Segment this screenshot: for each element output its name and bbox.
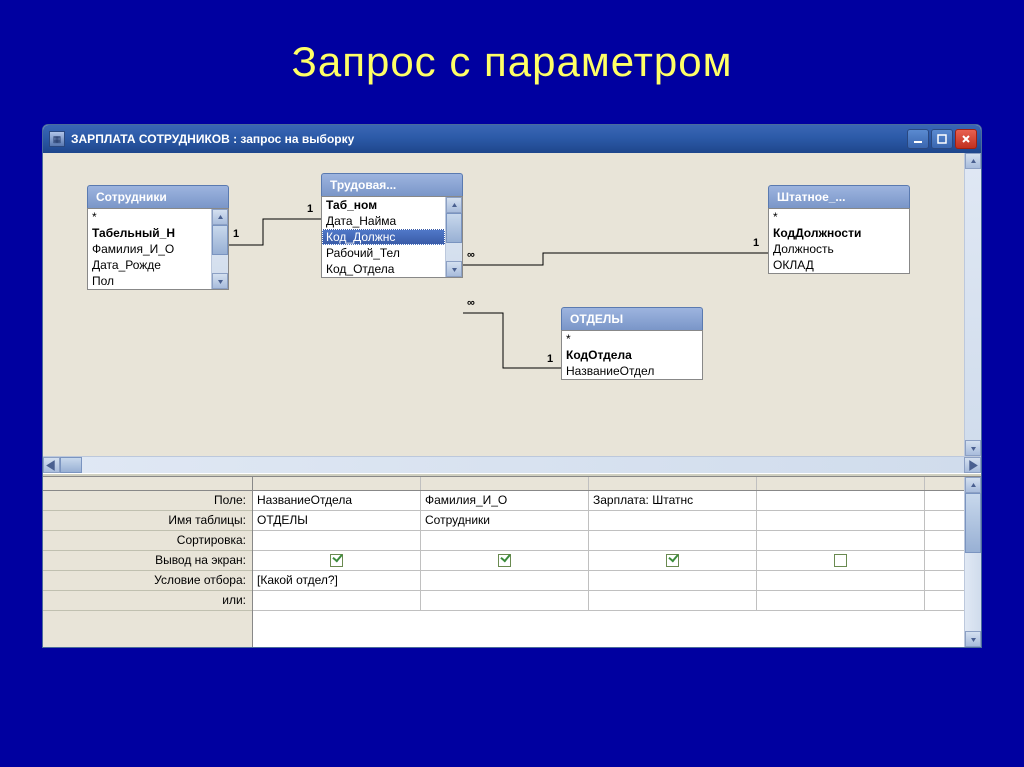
field-item[interactable]: Рабочий_Тел <box>322 245 445 261</box>
grid-cell-table[interactable]: Сотрудники <box>421 511 589 530</box>
scroll-down-icon[interactable] <box>212 273 228 289</box>
query-designer-window: ▦ ЗАРПЛАТА СОТРУДНИКОВ : запрос на выбор… <box>42 124 982 648</box>
table-staff[interactable]: Штатное_... * КодДолжности Должность ОКЛ… <box>768 185 910 274</box>
column-selector[interactable] <box>421 477 589 490</box>
field-item[interactable]: Код_Отдела <box>322 261 445 277</box>
field-item[interactable]: КодДолжности <box>769 225 909 241</box>
relation-many-label: ∞ <box>467 297 475 309</box>
table-header[interactable]: Штатное_... <box>768 185 910 208</box>
grid-cell-sort[interactable] <box>421 531 589 550</box>
close-button[interactable] <box>955 129 977 149</box>
field-list-scrollbar[interactable] <box>445 197 462 277</box>
scroll-down-icon[interactable] <box>965 631 981 647</box>
grid-cell-table[interactable]: ОТДЕЛЫ <box>253 511 421 530</box>
checkbox-icon[interactable] <box>666 554 679 567</box>
field-item[interactable]: Дата_Рожде <box>88 257 211 273</box>
grid-cell-or[interactable] <box>421 591 589 610</box>
grid-vertical-scrollbar[interactable] <box>964 477 981 647</box>
table-header[interactable]: Трудовая... <box>321 173 463 196</box>
field-item[interactable]: Таб_ном <box>322 197 445 213</box>
column-selector[interactable] <box>253 477 421 490</box>
window-title: ЗАРПЛАТА СОТРУДНИКОВ : запрос на выборку <box>71 132 907 146</box>
grid-cell-criteria[interactable] <box>421 571 589 590</box>
grid-cell-field[interactable]: Зарплата: Штатнс <box>589 491 757 510</box>
window-titlebar[interactable]: ▦ ЗАРПЛАТА СОТРУДНИКОВ : запрос на выбор… <box>43 125 981 153</box>
grid-cell-show[interactable] <box>421 551 589 570</box>
grid-cell-criteria[interactable]: [Какой отдел?] <box>253 571 421 590</box>
grid-cell-table[interactable] <box>757 511 925 530</box>
relation-one-label: 1 <box>233 228 239 240</box>
grid-row-headers: Поле: Имя таблицы: Сортировка: Вывод на … <box>43 477 253 647</box>
field-list-scrollbar[interactable] <box>211 209 228 289</box>
relation-many-label: ∞ <box>467 249 475 261</box>
designer-vertical-scrollbar[interactable] <box>964 153 981 456</box>
table-header[interactable]: Сотрудники <box>87 185 229 208</box>
grid-cell-show[interactable] <box>253 551 421 570</box>
field-item[interactable]: НазваниеОтдел <box>562 363 702 379</box>
designer-horizontal-scrollbar[interactable] <box>43 456 981 473</box>
scroll-up-icon[interactable] <box>212 209 228 225</box>
row-label-show: Вывод на экран: <box>43 551 252 571</box>
field-item[interactable]: КодОтдела <box>562 347 702 363</box>
grid-cell-sort[interactable] <box>589 531 757 550</box>
field-item[interactable]: * <box>769 209 909 225</box>
checkbox-icon[interactable] <box>834 554 847 567</box>
field-item[interactable]: Дата_Найма <box>322 213 445 229</box>
grid-cell-or[interactable] <box>589 591 757 610</box>
table-header[interactable]: ОТДЕЛЫ <box>561 307 703 330</box>
checkbox-icon[interactable] <box>330 554 343 567</box>
grid-cell-criteria[interactable] <box>757 571 925 590</box>
field-item[interactable]: ОКЛАД <box>769 257 909 273</box>
grid-cell-or[interactable] <box>253 591 421 610</box>
query-grid: Поле: Имя таблицы: Сортировка: Вывод на … <box>43 477 981 647</box>
column-selector[interactable] <box>589 477 757 490</box>
scroll-left-icon[interactable] <box>43 457 60 473</box>
field-item[interactable]: * <box>562 331 702 347</box>
scroll-right-icon[interactable] <box>964 457 981 473</box>
scroll-up-icon[interactable] <box>965 153 981 169</box>
scroll-down-icon[interactable] <box>965 440 981 456</box>
grid-cell-sort[interactable] <box>757 531 925 550</box>
row-label-sort: Сортировка: <box>43 531 252 551</box>
field-item-selected[interactable]: Код_Должнс <box>322 229 445 245</box>
grid-cell-or[interactable] <box>757 591 925 610</box>
grid-cell-field[interactable]: НазваниеОтдела <box>253 491 421 510</box>
row-label-or: или: <box>43 591 252 611</box>
grid-cell-show[interactable] <box>589 551 757 570</box>
query-icon: ▦ <box>49 131 65 147</box>
checkbox-icon[interactable] <box>498 554 511 567</box>
row-label-field: Поле: <box>43 491 252 511</box>
row-label-table: Имя таблицы: <box>43 511 252 531</box>
grid-cell-field[interactable]: Фамилия_И_О <box>421 491 589 510</box>
grid-cell-sort[interactable] <box>253 531 421 550</box>
scroll-up-icon[interactable] <box>965 477 981 493</box>
scroll-down-icon[interactable] <box>446 261 462 277</box>
minimize-button[interactable] <box>907 129 929 149</box>
relationship-pane: 1 1 ∞ 1 ∞ 1 Сотрудники * Табельный_Н Фам… <box>43 153 981 473</box>
grid-cell-criteria[interactable] <box>589 571 757 590</box>
field-item[interactable]: Пол <box>88 273 211 289</box>
grid-cell-show[interactable] <box>757 551 925 570</box>
scroll-up-icon[interactable] <box>446 197 462 213</box>
table-departments[interactable]: ОТДЕЛЫ * КодОтдела НазваниеОтдел <box>561 307 703 380</box>
grid-cell-table[interactable] <box>589 511 757 530</box>
maximize-button[interactable] <box>931 129 953 149</box>
grid-body[interactable]: НазваниеОтдела Фамилия_И_О Зарплата: Шта… <box>253 477 964 647</box>
grid-cell-field[interactable] <box>757 491 925 510</box>
field-item[interactable]: Табельный_Н <box>88 225 211 241</box>
field-item[interactable]: Должность <box>769 241 909 257</box>
row-label-criteria: Условие отбора: <box>43 571 252 591</box>
field-item[interactable]: Фамилия_И_О <box>88 241 211 257</box>
relation-one-label: 1 <box>753 237 759 249</box>
table-labor[interactable]: Трудовая... Таб_ном Дата_Найма Код_Должн… <box>321 173 463 278</box>
table-employees[interactable]: Сотрудники * Табельный_Н Фамилия_И_О Дат… <box>87 185 229 290</box>
relation-one-label: 1 <box>307 203 313 215</box>
slide-title: Запрос с параметром <box>0 0 1024 124</box>
field-item[interactable]: * <box>88 209 211 225</box>
relation-one-label: 1 <box>547 353 553 365</box>
column-selector[interactable] <box>757 477 925 490</box>
